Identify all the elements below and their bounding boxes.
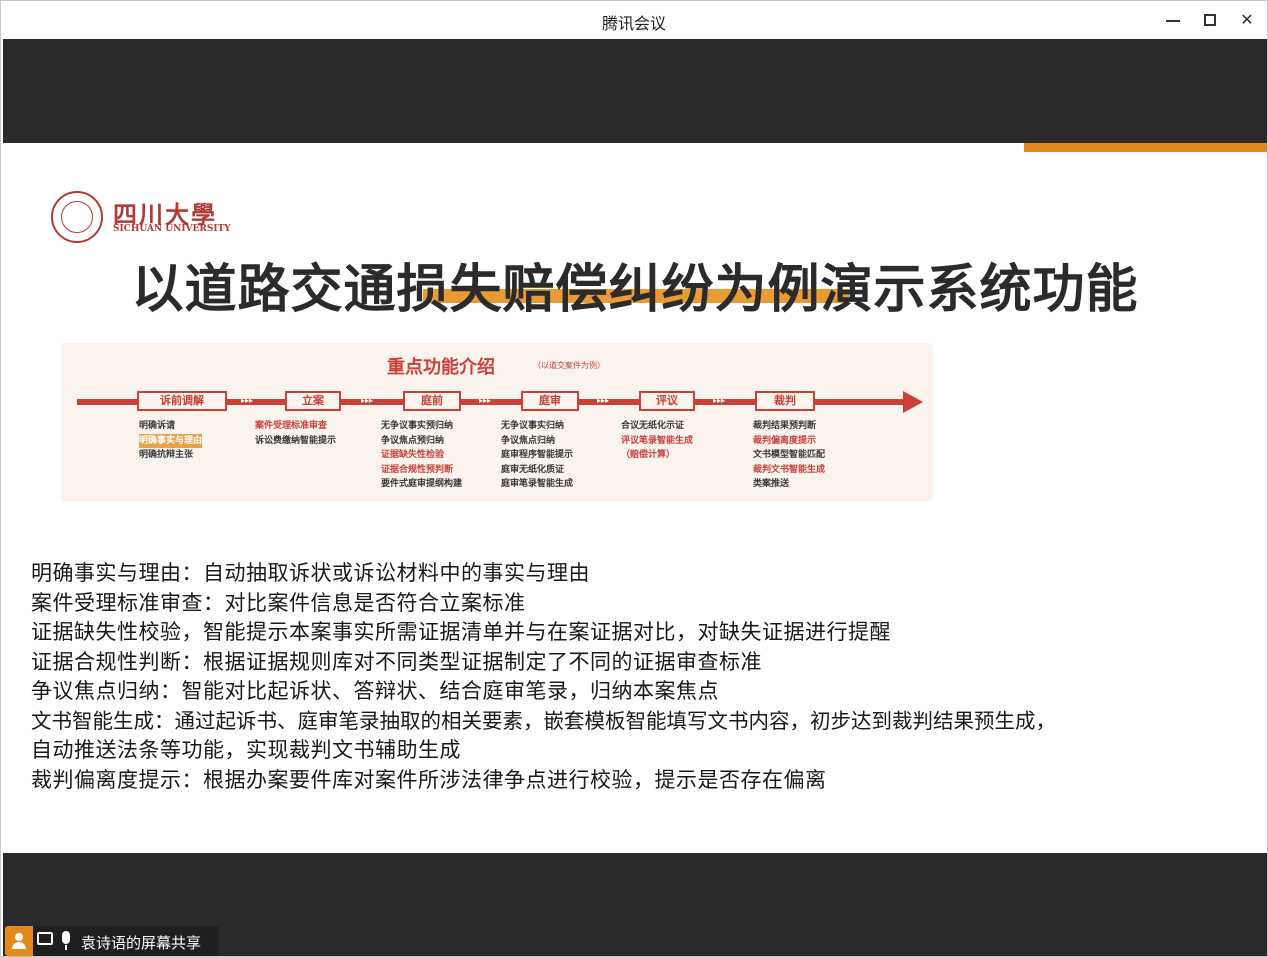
stage-label: 诉前调解 — [137, 391, 227, 411]
stage-column: 裁判结果预判断 裁判偏离度提示 文书模型智能匹配 裁判文书智能生成 类案推送 — [753, 419, 825, 492]
column-item: 诉讼费缴纳智能提示 — [255, 435, 337, 446]
stage-column: 无争议事实预归纳 争议焦点预归纳 证据缺失性检验 证据合规性预判断 要件式庭审提… — [381, 419, 462, 492]
university-seal-icon — [51, 191, 103, 243]
meeting-window: 腾讯会议 ✕ 四川大學 SICHUAN UNIVERSITY 以道路交通损失赔偿… — [0, 0, 1268, 957]
screen-share-icon — [37, 932, 53, 945]
maximize-button[interactable] — [1200, 10, 1220, 30]
column-item: 裁判结果预判断 — [753, 421, 817, 431]
column-item: 庭审程序智能提示 — [501, 450, 574, 460]
column-item: 庭审无纸化质证 — [501, 464, 565, 475]
stage-label: 裁判 — [755, 391, 815, 411]
stage-connector: ▸▸▸ — [241, 396, 254, 405]
slide-body: 明确事实与理由：自动抽取诉状或诉讼材料中的事实与理由 案件受理标准审查：对比案件… — [31, 559, 1056, 795]
shared-slide: 四川大學 SICHUAN UNIVERSITY 以道路交通损失赔偿纠纷为例演示系… — [3, 143, 1267, 853]
stage-label: 立案 — [285, 391, 341, 411]
stage-column: 明确诉请 明确事实与理由 明确抗辩主张 — [139, 419, 203, 463]
share-label: 袁诗语的屏幕共享 — [81, 934, 202, 952]
column-item: 证据缺失性检验 — [381, 450, 445, 460]
column-item: 裁判文书智能生成 — [753, 464, 826, 475]
body-line: 自动推送法条等功能，实现裁判文书辅助生成 — [31, 738, 461, 762]
user-icon — [5, 926, 33, 956]
column-item: 明确事实与理由 — [139, 433, 203, 448]
body-line: 案件受理标准审查：对比案件信息是否符合立案标准 — [31, 590, 526, 615]
column-item: 类案推送 — [753, 479, 790, 489]
column-item: 文书模型智能匹配 — [753, 450, 826, 460]
feature-diagram: 重点功能介绍 （以道交案件为例） 诉前调解 立案 庭前 庭审 评议 裁判 ▸▸▸… — [61, 343, 933, 501]
column-item: 要件式庭审提纲构建 — [381, 479, 463, 489]
university-logo: 四川大學 SICHUAN UNIVERSITY — [51, 191, 231, 243]
stage-connector: ▸▸▸ — [479, 396, 492, 405]
column-item: 评议笔录智能生成 — [621, 435, 694, 446]
minimize-icon — [1166, 20, 1180, 22]
slide-accent-strip — [1024, 143, 1267, 152]
column-item: 争议焦点归纳 — [501, 435, 556, 446]
stage-column: 合议无纸化示证 评议笔录智能生成 （赔偿计算） — [621, 419, 693, 463]
logo-english-text: SICHUAN UNIVERSITY — [113, 224, 231, 234]
stage-label: 庭审 — [521, 391, 579, 411]
body-line: 裁判偏离度提示：根据办案要件库对案件所涉法律争点进行校验，提示是否存在偏离 — [31, 767, 827, 792]
column-item: 明确诉请 — [139, 421, 176, 431]
column-item: 裁判偏离度提示 — [753, 435, 817, 446]
column-item: 合议无纸化示证 — [621, 421, 685, 431]
slide-title: 以道路交通损失赔偿纠纷为例演示系统功能 — [131, 260, 1139, 320]
column-item: 庭审笔录智能生成 — [501, 479, 574, 489]
stage-connector: ▸▸▸ — [361, 396, 374, 405]
column-item: 证据合规性预判断 — [381, 464, 454, 475]
column-item: 案件受理标准审查 — [255, 421, 328, 431]
close-button[interactable]: ✕ — [1237, 10, 1257, 30]
maximize-icon — [1204, 14, 1216, 26]
top-letterbox — [3, 39, 1267, 143]
column-item: 无争议事实预归纳 — [381, 421, 454, 431]
screen-share-indicator[interactable]: 袁诗语的屏幕共享 — [5, 926, 219, 956]
stage-connector: ▸▸▸ — [713, 396, 726, 405]
diagram-subtitle: （以道交案件为例） — [533, 361, 605, 370]
body-line: 明确事实与理由：自动抽取诉状或诉讼材料中的事实与理由 — [31, 561, 590, 585]
microphone-icon — [62, 931, 70, 944]
body-line: 文书智能生成：通过起诉书、庭审笔录抽取的相关要素，嵌套模板智能填写文书内容，初步… — [31, 708, 1056, 733]
microphone-stand — [65, 945, 67, 950]
stage-column: 案件受理标准审查 诉讼费缴纳智能提示 — [255, 419, 336, 448]
body-line: 争议焦点归纳：智能对比起诉状、答辩状、结合庭审笔录，归纳本案焦点 — [31, 679, 719, 703]
stage-label: 庭前 — [403, 391, 461, 411]
column-item: 争议焦点预归纳 — [381, 435, 445, 446]
minimize-button[interactable] — [1163, 10, 1183, 30]
title-bar: 腾讯会议 ✕ — [1, 1, 1267, 39]
column-item: 明确抗辩主张 — [139, 450, 194, 460]
stage-connector: ▸▸▸ — [597, 396, 610, 405]
body-line: 证据缺失性校验，智能提示本案事实所需证据清单并与在案证据对比，对缺失证据进行提醒 — [31, 620, 891, 644]
stage-column: 无争议事实归纳 争议焦点归纳 庭审程序智能提示 庭审无纸化质证 庭审笔录智能生成 — [501, 419, 573, 492]
column-item: （赔偿计算） — [621, 450, 676, 460]
diagram-title: 重点功能介绍 — [387, 357, 495, 378]
stage-label: 评议 — [639, 391, 695, 411]
arrow-head-icon — [903, 391, 923, 413]
body-line: 证据合规性判断：根据证据规则库对不同类型证据制定了不同的证据审查标准 — [31, 649, 762, 674]
window-title: 腾讯会议 — [601, 14, 666, 33]
column-item: 无争议事实归纳 — [501, 421, 565, 431]
